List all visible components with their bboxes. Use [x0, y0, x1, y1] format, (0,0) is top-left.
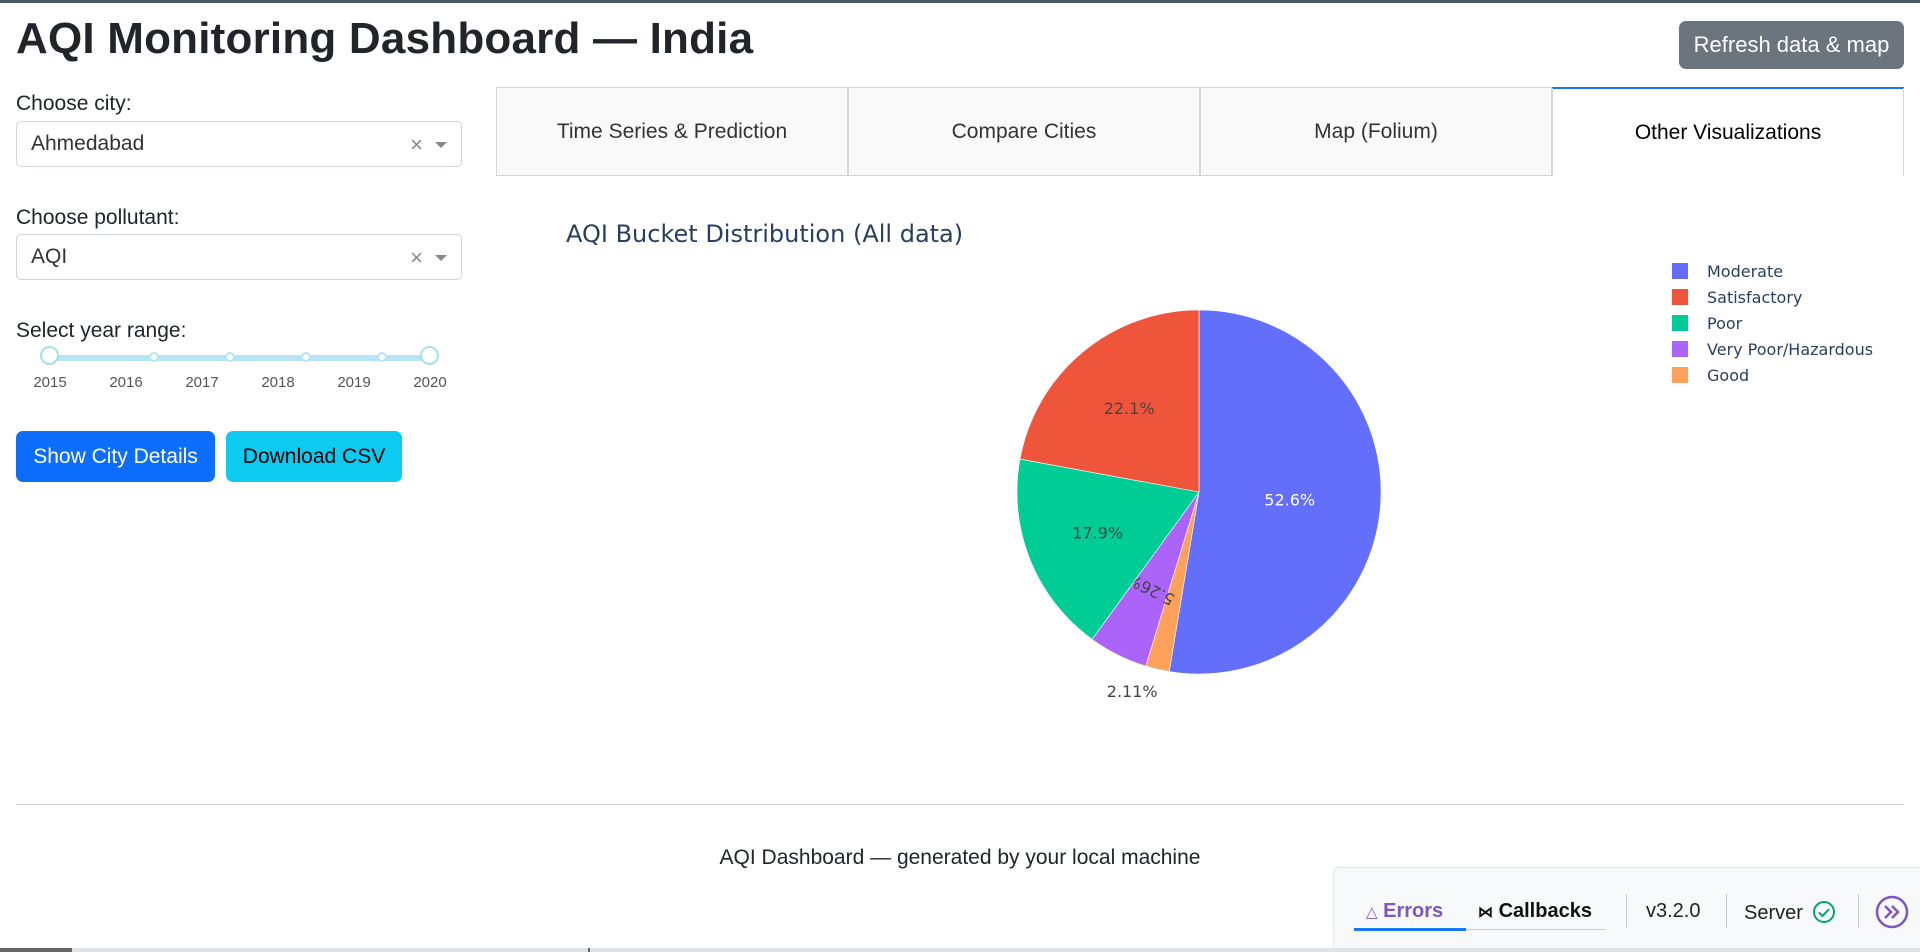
legend-swatch[interactable]: [1672, 263, 1688, 279]
tab-compare-cities[interactable]: Compare Cities: [848, 87, 1200, 176]
clear-icon[interactable]: ×: [410, 132, 423, 158]
slider-handle-end[interactable]: [420, 346, 439, 365]
errors-tab-underline: [1354, 928, 1466, 931]
callbacks-tab[interactable]: ⋈ Callbacks: [1478, 900, 1592, 923]
tab-bar: Time Series & Prediction Compare Cities …: [496, 87, 1904, 176]
server-label: Server: [1744, 902, 1803, 924]
slider-tick-label: 2020: [413, 374, 447, 391]
year-range-slider[interactable]: 2015 2016 2017 2018 2019 2020: [33, 343, 454, 393]
legend-swatch[interactable]: [1672, 315, 1688, 331]
slider-tick-label: 2017: [185, 374, 219, 391]
slice-value-label: 2.11%: [1107, 682, 1158, 701]
bottom-border-segment: [0, 948, 72, 952]
year-range-label: Select year range:: [16, 319, 187, 342]
slider-tick-label: 2018: [261, 374, 295, 391]
download-csv-button[interactable]: Download CSV: [226, 431, 402, 482]
legend-swatch[interactable]: [1672, 367, 1688, 383]
slider-track[interactable]: [49, 355, 429, 361]
check-circle-icon: [1813, 901, 1836, 923]
version-label: v3.2.0: [1646, 900, 1701, 922]
slice-value-label: 22.1%: [1104, 399, 1155, 418]
slider-mark-2019[interactable]: [377, 352, 387, 362]
legend-label[interactable]: Poor: [1707, 314, 1743, 333]
slice-value-label: 17.9%: [1072, 524, 1123, 543]
slice-value-label: 52.6%: [1264, 490, 1315, 509]
clear-icon[interactable]: ×: [410, 245, 423, 271]
errors-label: Errors: [1383, 900, 1444, 922]
slider-tick-label: 2019: [337, 374, 371, 391]
slider-mark-2016[interactable]: [149, 352, 159, 362]
slider-handle-start[interactable]: [40, 346, 59, 365]
refresh-button[interactable]: Refresh data & map: [1679, 21, 1904, 69]
chart-legend: Moderate Satisfactory Poor Very Poor/Hazard…: [1672, 262, 1873, 385]
legend-label[interactable]: Satisfactory: [1707, 288, 1802, 307]
tab-other-visualizations[interactable]: Other Visualizations: [1552, 87, 1904, 176]
page-title: AQI Monitoring Dashboard — India: [16, 14, 754, 63]
city-value: Ahmedabad: [31, 132, 145, 155]
slider-mark-2018[interactable]: [301, 352, 311, 362]
pollutant-label: Choose pollutant:: [16, 206, 180, 229]
callbacks-icon: ⋈: [1478, 904, 1493, 921]
legend-swatch[interactable]: [1672, 289, 1688, 305]
legend-label[interactable]: Moderate: [1707, 262, 1783, 281]
errors-tab[interactable]: △ Errors: [1366, 900, 1443, 923]
footer-divider: [16, 804, 1904, 805]
pie-chart-svg: AQI Bucket Distribution (All data) 52.6%…: [566, 220, 1873, 701]
chevron-down-icon[interactable]: [435, 255, 447, 261]
pie-slices: 52.6%2.11%5.26%17.9%22.1%: [1016, 309, 1382, 701]
pie-chart: AQI Bucket Distribution (All data) 52.6%…: [496, 200, 1904, 725]
show-city-details-button[interactable]: Show City Details: [16, 431, 215, 482]
tab-time-series[interactable]: Time Series & Prediction: [496, 87, 848, 176]
slider-mark-2017[interactable]: [225, 352, 235, 362]
callbacks-label: Callbacks: [1498, 900, 1592, 922]
city-dropdown[interactable]: Ahmedabad ×: [16, 121, 462, 167]
bottom-border-segment: [588, 948, 590, 952]
pollutant-value: AQI: [31, 245, 68, 268]
chart-title: AQI Bucket Distribution (All data): [566, 220, 963, 248]
warning-icon: △: [1366, 904, 1378, 921]
legend-label[interactable]: Good: [1707, 366, 1749, 385]
legend-swatch[interactable]: [1672, 341, 1688, 357]
top-border: [0, 0, 1920, 3]
dev-tools-bar: △ Errors ⋈ Callbacks v3.2.0 Server: [1333, 867, 1920, 952]
callbacks-tab-underline: [1466, 929, 1606, 930]
pollutant-dropdown[interactable]: AQI ×: [16, 234, 462, 280]
chevron-down-icon[interactable]: [435, 142, 447, 148]
divider: [1726, 894, 1727, 928]
city-label: Choose city:: [16, 92, 132, 115]
divider: [1626, 894, 1627, 928]
divider: [1858, 894, 1859, 928]
slider-tick-label: 2015: [33, 374, 67, 391]
legend-label[interactable]: Very Poor/Hazardous: [1707, 340, 1873, 359]
server-status[interactable]: Server: [1744, 900, 1836, 925]
expand-icon[interactable]: [1875, 895, 1909, 929]
tab-map[interactable]: Map (Folium): [1200, 87, 1552, 176]
slider-tick-label: 2016: [109, 374, 143, 391]
bottom-border: [0, 948, 1920, 952]
